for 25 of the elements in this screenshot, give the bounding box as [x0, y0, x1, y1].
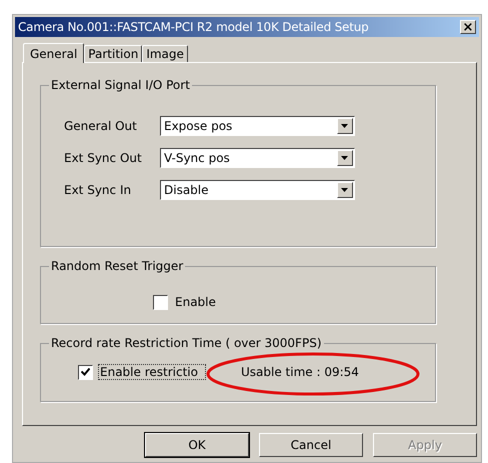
group-title: Record rate Restriction Time ( over 3000FPS)	[49, 336, 324, 350]
group-title: External Signal I/O Port	[49, 78, 192, 92]
checkbox-label[interactable]: Enable restrictio	[98, 364, 206, 380]
usable-time-text: Usable time : 09:54	[241, 365, 359, 379]
dropdown[interactable]: Expose pos	[160, 116, 355, 136]
dialog-button[interactable]: OK	[145, 433, 249, 457]
tab[interactable]: Image	[142, 45, 188, 62]
dialog-button[interactable]: Cancel	[259, 433, 363, 457]
checkbox-label[interactable]: Enable	[173, 294, 218, 310]
checkbox[interactable]	[153, 294, 168, 310]
field-label: Ext Sync Out	[64, 151, 143, 165]
dropdown[interactable]: Disable	[160, 180, 355, 200]
dropdown[interactable]: V-Sync pos	[160, 148, 355, 168]
checkbox[interactable]	[78, 364, 93, 380]
dropdown-value: Expose pos	[164, 119, 232, 133]
group-title: Random Reset Trigger	[49, 259, 186, 273]
close-button[interactable]: ×	[460, 20, 476, 34]
checkmark-icon	[81, 368, 90, 376]
field-label: General Out	[64, 119, 138, 133]
tab[interactable]: General	[23, 43, 84, 63]
dropdown-value: Disable	[164, 183, 209, 197]
window-title: Camera No.001::FASTCAM-PCI R2 model 10K Detailed Setup	[18, 20, 369, 34]
tab[interactable]: Partition	[84, 45, 142, 62]
field-label: Ext Sync In	[64, 183, 132, 197]
dropdown-value: V-Sync pos	[164, 151, 230, 165]
